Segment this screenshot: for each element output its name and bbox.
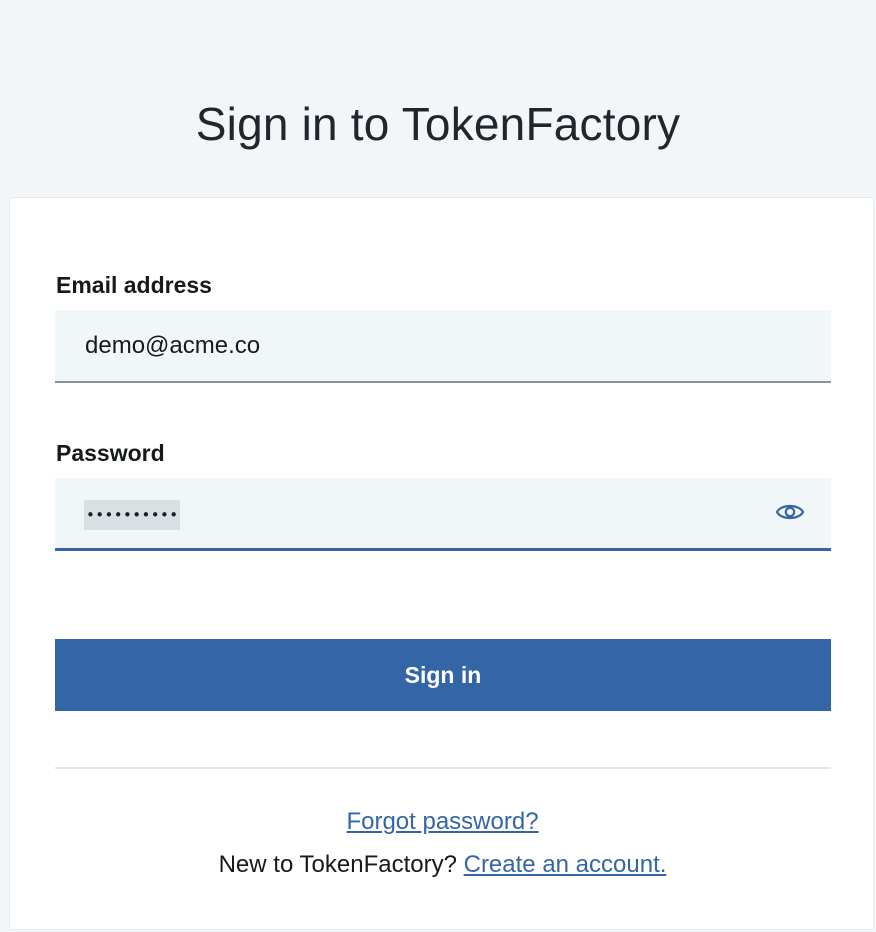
divider <box>55 767 831 769</box>
password-field[interactable]: •••••••••• <box>55 478 831 548</box>
new-user-text: New to TokenFactory? <box>218 851 457 878</box>
forgot-password-link[interactable]: Forgot password? <box>346 808 538 835</box>
forgot-password-row: Forgot password? <box>10 808 875 836</box>
page-title: Sign in to TokenFactory <box>195 98 681 150</box>
password-value: •••••••••• <box>84 500 181 530</box>
create-account-link[interactable]: Create an account. <box>464 851 667 878</box>
email-label: Email address <box>56 272 212 298</box>
eye-icon[interactable] <box>775 500 805 524</box>
email-field[interactable] <box>55 310 831 381</box>
sign-in-button[interactable]: Sign in <box>55 639 831 711</box>
password-label: Password <box>56 440 165 466</box>
create-account-row: New to TokenFactory? Create an account. <box>10 851 875 879</box>
email-field-container <box>55 310 831 383</box>
sign-in-card: Email address Password •••••••••• Sign i… <box>9 197 874 930</box>
password-field-container: •••••••••• <box>55 478 831 551</box>
